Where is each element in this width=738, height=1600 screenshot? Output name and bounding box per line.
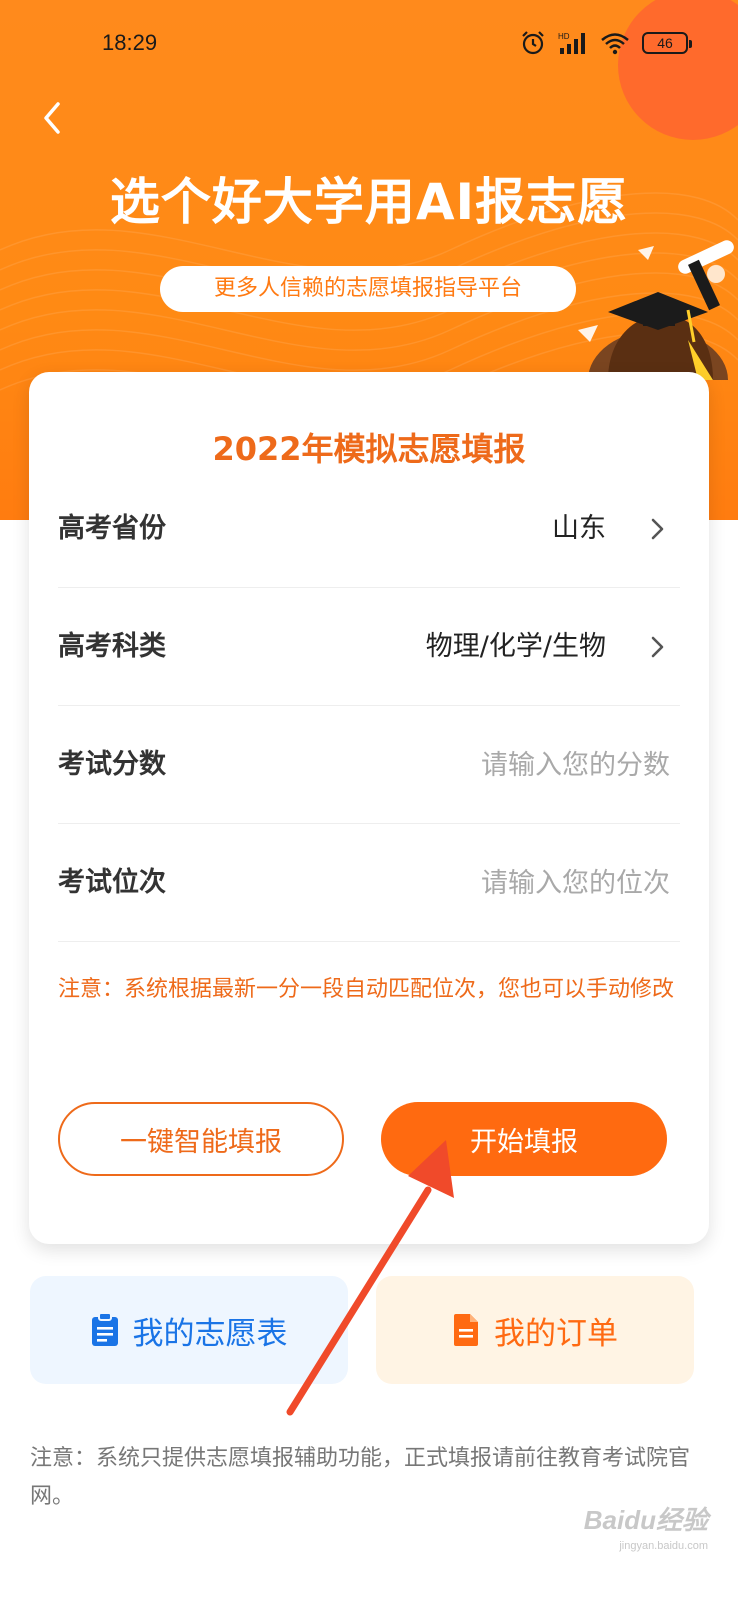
battery-icon: 46 bbox=[642, 32, 692, 54]
subject-value: 物理/化学/生物 bbox=[425, 631, 606, 662]
chevron-right-icon bbox=[651, 518, 664, 540]
svg-text:HD: HD bbox=[558, 32, 570, 41]
score-input[interactable] bbox=[370, 742, 670, 788]
status-bar: 18:29 HD 46 bbox=[0, 0, 738, 90]
my-list-label: 我的志愿表 bbox=[132, 1315, 288, 1352]
province-value: 山东 bbox=[552, 513, 606, 544]
smart-fill-button[interactable]: 一键智能填报 bbox=[58, 1102, 344, 1176]
province-label: 高考省份 bbox=[58, 513, 166, 544]
subject-row[interactable]: 高考科类 物理/化学/生物 bbox=[58, 588, 680, 706]
my-orders-label: 我的订单 bbox=[494, 1315, 618, 1352]
start-fill-button[interactable]: 开始填报 bbox=[381, 1102, 667, 1176]
signal-icon: HD bbox=[558, 32, 585, 54]
form-title: 2022年模拟志愿填报 bbox=[212, 430, 526, 468]
form-card: 2022年模拟志愿填报 高考省份 山东 高考科类 物理/化学/生物 考试分数 考… bbox=[29, 372, 709, 1244]
clipboard-icon bbox=[91, 1313, 118, 1346]
chevron-left-icon bbox=[44, 102, 60, 134]
score-label: 考试分数 bbox=[58, 749, 166, 780]
rank-row: 考试位次 bbox=[58, 824, 680, 942]
back-button[interactable] bbox=[36, 98, 72, 138]
rank-input[interactable] bbox=[370, 860, 670, 906]
watermark-logo: Baidu经验 bbox=[583, 1505, 708, 1535]
province-row[interactable]: 高考省份 山东 bbox=[58, 470, 680, 588]
watermark-url: jingyan.baidu.com bbox=[619, 1540, 708, 1552]
rank-note: 注意：系统根据最新一分一段自动匹配位次，您也可以手动修改 bbox=[58, 977, 675, 1002]
rank-label: 考试位次 bbox=[58, 867, 166, 898]
wifi-icon bbox=[601, 33, 629, 55]
chevron-right-icon bbox=[651, 636, 664, 658]
score-row: 考试分数 bbox=[58, 706, 680, 824]
page-subtitle-pill: 更多人信赖的志愿填报指导平台 bbox=[160, 266, 576, 312]
my-orders-tile[interactable]: 我的订单 bbox=[376, 1276, 694, 1384]
status-time: 18:29 bbox=[102, 30, 158, 55]
document-icon bbox=[454, 1314, 478, 1346]
subject-label: 高考科类 bbox=[58, 631, 166, 662]
alarm-icon bbox=[522, 31, 544, 55]
page-title: 选个好大学用AI报志愿 bbox=[109, 173, 629, 231]
status-icons: HD 46 bbox=[520, 28, 692, 58]
my-list-tile[interactable]: 我的志愿表 bbox=[30, 1276, 348, 1384]
battery-level: 46 bbox=[657, 35, 673, 51]
